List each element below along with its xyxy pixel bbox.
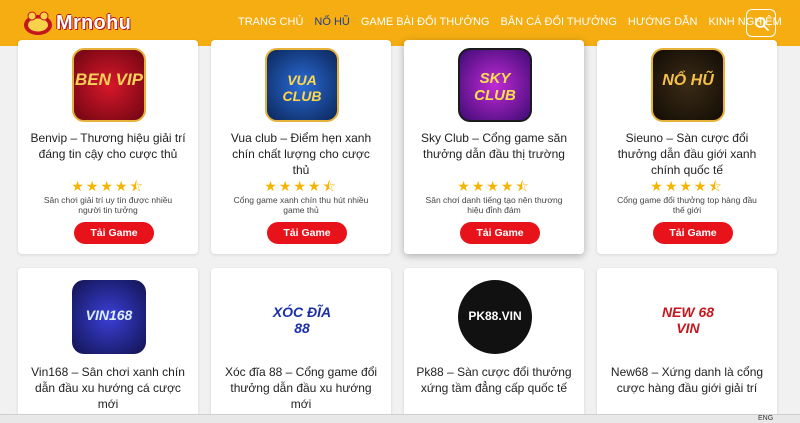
game-card: NỔ HŨ Sieuno – Sàn cược đổi thưởng dẫn đ… [597, 40, 777, 254]
nav-ban-ca[interactable]: BẮN CÁ ĐỔI THƯỞNG [500, 16, 616, 28]
download-game-button[interactable]: Tải Game [74, 222, 154, 244]
nav-trang-chu[interactable]: TRANG CHỦ [238, 16, 303, 28]
search-button[interactable] [746, 9, 776, 37]
logo-emblem-icon [24, 11, 52, 35]
site-logo[interactable]: Mrnohu [22, 6, 152, 40]
game-logo[interactable]: PK88.VIN [458, 280, 532, 354]
game-logo[interactable]: SKY CLUB [458, 48, 532, 122]
card-title[interactable]: New68 – Xứng danh là cổng cược hàng đầu … [609, 364, 765, 396]
nav-huong-dan[interactable]: HƯỚNG DẪN [628, 16, 698, 28]
main-nav: TRANG CHỦ NỔ HŨ GAME BÀI ĐỔI THƯỞNG BẮN … [238, 16, 793, 28]
card-title[interactable]: Vua club – Điểm hẹn xanh chín chất lượng… [223, 130, 379, 178]
game-card: PK88.VIN Pk88 – Sàn cược đổi thưởng xứng… [404, 268, 584, 423]
logo-text: Mrnohu [56, 12, 132, 34]
rating-stars: ★★★★⯪ [457, 178, 531, 194]
card-description: Sân chơi danh tiếng tạo nên thương hiệu … [425, 195, 563, 215]
language-indicator[interactable]: ENG [758, 415, 773, 423]
game-card: NEW 68 VIN New68 – Xứng danh là cổng cượ… [597, 268, 777, 423]
game-card: XÓC ĐĨA 88 Xóc đĩa 88 – Cổng game đổi th… [211, 268, 391, 423]
game-card: VUA CLUB Vua club – Điểm hẹn xanh chín c… [211, 40, 391, 254]
game-logo[interactable]: NỔ HŨ [651, 48, 725, 122]
game-logo[interactable]: BEN VIP [72, 48, 146, 122]
card-title[interactable]: Benvip – Thương hiệu giải trí đáng tin c… [30, 130, 186, 162]
rating-stars: ★★★★⯪ [650, 178, 724, 194]
rating-stars: ★★★★⯪ [264, 178, 338, 194]
card-title[interactable]: Vin168 – Sân chơi xanh chín dẫn đầu xu h… [30, 364, 186, 412]
card-description: Sân chơi giải trí uy tín được nhiều ngườ… [43, 195, 173, 215]
card-title[interactable]: Sky Club – Cổng game săn thưởng dẫn đầu … [416, 130, 572, 162]
game-card: VIN168 Vin168 – Sân chơi xanh chín dẫn đ… [18, 268, 198, 423]
game-logo[interactable]: VIN168 [72, 280, 146, 354]
search-icon [755, 17, 769, 31]
download-game-button[interactable]: Tải Game [460, 222, 540, 244]
card-title[interactable]: Sieuno – Sàn cược đổi thưởng dẫn đầu giớ… [609, 130, 765, 178]
game-logo[interactable]: XÓC ĐĨA 88 [265, 280, 339, 354]
os-taskbar: ENG [0, 414, 800, 423]
card-description: Cổng game xanh chín thu hút nhiều game t… [233, 195, 369, 215]
download-game-button[interactable]: Tải Game [267, 222, 347, 244]
card-title[interactable]: Xóc đĩa 88 – Cổng game đổi thưởng dẫn đầ… [223, 364, 379, 412]
download-game-button[interactable]: Tải Game [653, 222, 733, 244]
game-card: BEN VIP Benvip – Thương hiệu giải trí đá… [18, 40, 198, 254]
nav-game-bai[interactable]: GAME BÀI ĐỔI THƯỞNG [361, 16, 490, 28]
card-description: Cổng game đổi thưởng top hàng đầu thế gi… [617, 195, 757, 215]
game-logo[interactable]: VUA CLUB [265, 48, 339, 122]
rating-stars: ★★★★⯪ [71, 178, 145, 194]
game-card: SKY CLUB Sky Club – Cổng game săn thưởng… [404, 40, 584, 254]
card-title[interactable]: Pk88 – Sàn cược đổi thưởng xứng tầm đẳng… [416, 364, 572, 396]
nav-no-hu[interactable]: NỔ HŨ [314, 16, 349, 28]
game-logo[interactable]: NEW 68 VIN [651, 280, 725, 354]
